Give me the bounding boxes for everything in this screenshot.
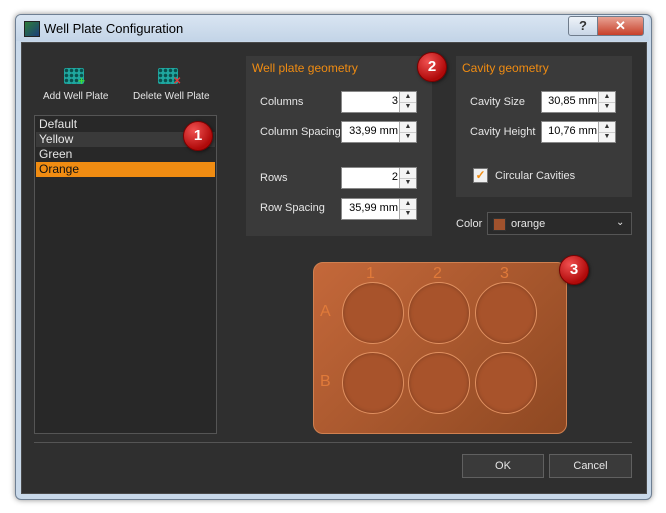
- chevron-down-icon[interactable]: ▼: [400, 178, 416, 188]
- row-label: A: [320, 303, 331, 320]
- callout-badge-1: 1: [183, 121, 213, 151]
- well-cavity: [475, 352, 537, 414]
- cavity-size-spinbox[interactable]: 30,85 mm ▲ ▼: [541, 91, 616, 113]
- delete-well-plate-button[interactable]: ✕ Delete Well Plate: [128, 64, 212, 104]
- cancel-button[interactable]: Cancel: [549, 454, 632, 478]
- separator: [34, 442, 632, 443]
- column-label: 2: [433, 265, 442, 282]
- well-cavity: [408, 282, 470, 344]
- column-label: 1: [366, 265, 375, 282]
- rows-label: Rows: [260, 172, 288, 184]
- cavity-size-label: Cavity Size: [470, 96, 526, 108]
- cavity-geometry-title: Cavity geometry: [462, 61, 549, 75]
- app-icon: [24, 21, 40, 37]
- circular-cavities-label: Circular Cavities: [495, 170, 576, 182]
- color-value: orange: [511, 218, 546, 230]
- close-button[interactable]: ✕: [597, 16, 644, 36]
- rows-spinbox[interactable]: 2 ▲ ▼: [341, 167, 417, 189]
- column-spacing-label: Column Spacing: [260, 126, 341, 138]
- list-item[interactable]: Green: [36, 147, 215, 162]
- cavity-height-value: 10,76 mm: [548, 125, 597, 137]
- circular-cavities-checkbox[interactable]: ✓: [473, 168, 488, 183]
- add-well-plate-button[interactable]: + Add Well Plate: [36, 64, 116, 104]
- ok-button[interactable]: OK: [462, 454, 544, 478]
- chevron-down-icon[interactable]: ▼: [400, 132, 416, 142]
- well-cavity: [408, 352, 470, 414]
- color-swatch: [493, 218, 506, 231]
- row-label: B: [320, 373, 331, 390]
- well-plate-geometry-title: Well plate geometry: [252, 61, 358, 75]
- list-item-selected[interactable]: Orange: [36, 162, 215, 177]
- chevron-down-icon[interactable]: ▼: [400, 209, 416, 219]
- well-plate-list[interactable]: Default Yellow Green Orange: [34, 115, 217, 434]
- spin-buttons: ▲ ▼: [399, 92, 416, 112]
- well-cavity: [342, 282, 404, 344]
- callout-badge-2: 2: [417, 52, 447, 82]
- spin-buttons: ▲ ▼: [399, 168, 416, 188]
- columns-label: Columns: [260, 96, 304, 108]
- chevron-down-icon[interactable]: ▼: [400, 102, 416, 112]
- well-cavity: [475, 282, 537, 344]
- spin-buttons: ▲ ▼: [598, 92, 615, 112]
- delete-x-icon: ✕: [173, 76, 182, 87]
- callout-badge-3: 3: [559, 255, 589, 285]
- delete-well-plate-label: Delete Well Plate: [133, 91, 210, 102]
- help-button[interactable]: ?: [568, 16, 598, 36]
- column-spacing-spinbox[interactable]: 33,99 mm ▲ ▼: [341, 121, 417, 143]
- row-spacing-label: Row Spacing: [260, 202, 325, 214]
- row-spacing-value: 35,99 mm: [349, 202, 398, 214]
- plus-icon: +: [78, 74, 86, 88]
- cavity-height-spinbox[interactable]: 10,76 mm ▲ ▼: [541, 121, 616, 143]
- column-label: 3: [500, 265, 509, 282]
- chevron-down-icon[interactable]: ▼: [599, 102, 615, 112]
- color-label: Color: [456, 218, 483, 230]
- columns-value: 3: [391, 95, 398, 107]
- column-spacing-value: 33,99 mm: [349, 125, 398, 137]
- columns-spinbox[interactable]: 3 ▲ ▼: [341, 91, 417, 113]
- rows-value: 2: [391, 171, 398, 183]
- cavity-height-label: Cavity Height: [470, 126, 536, 138]
- cavity-size-value: 30,85 mm: [548, 95, 597, 107]
- row-spacing-spinbox[interactable]: 35,99 mm ▲ ▼: [341, 198, 417, 220]
- chevron-down-icon: ⌄: [616, 217, 625, 228]
- spin-buttons: ▲ ▼: [399, 199, 416, 219]
- spin-buttons: ▲ ▼: [598, 122, 615, 142]
- spin-buttons: ▲ ▼: [399, 122, 416, 142]
- well-cavity: [342, 352, 404, 414]
- color-dropdown[interactable]: orange ⌄: [487, 212, 632, 235]
- chevron-down-icon[interactable]: ▼: [599, 132, 615, 142]
- window-title: Well Plate Configuration: [44, 21, 184, 36]
- add-well-plate-label: Add Well Plate: [43, 91, 109, 102]
